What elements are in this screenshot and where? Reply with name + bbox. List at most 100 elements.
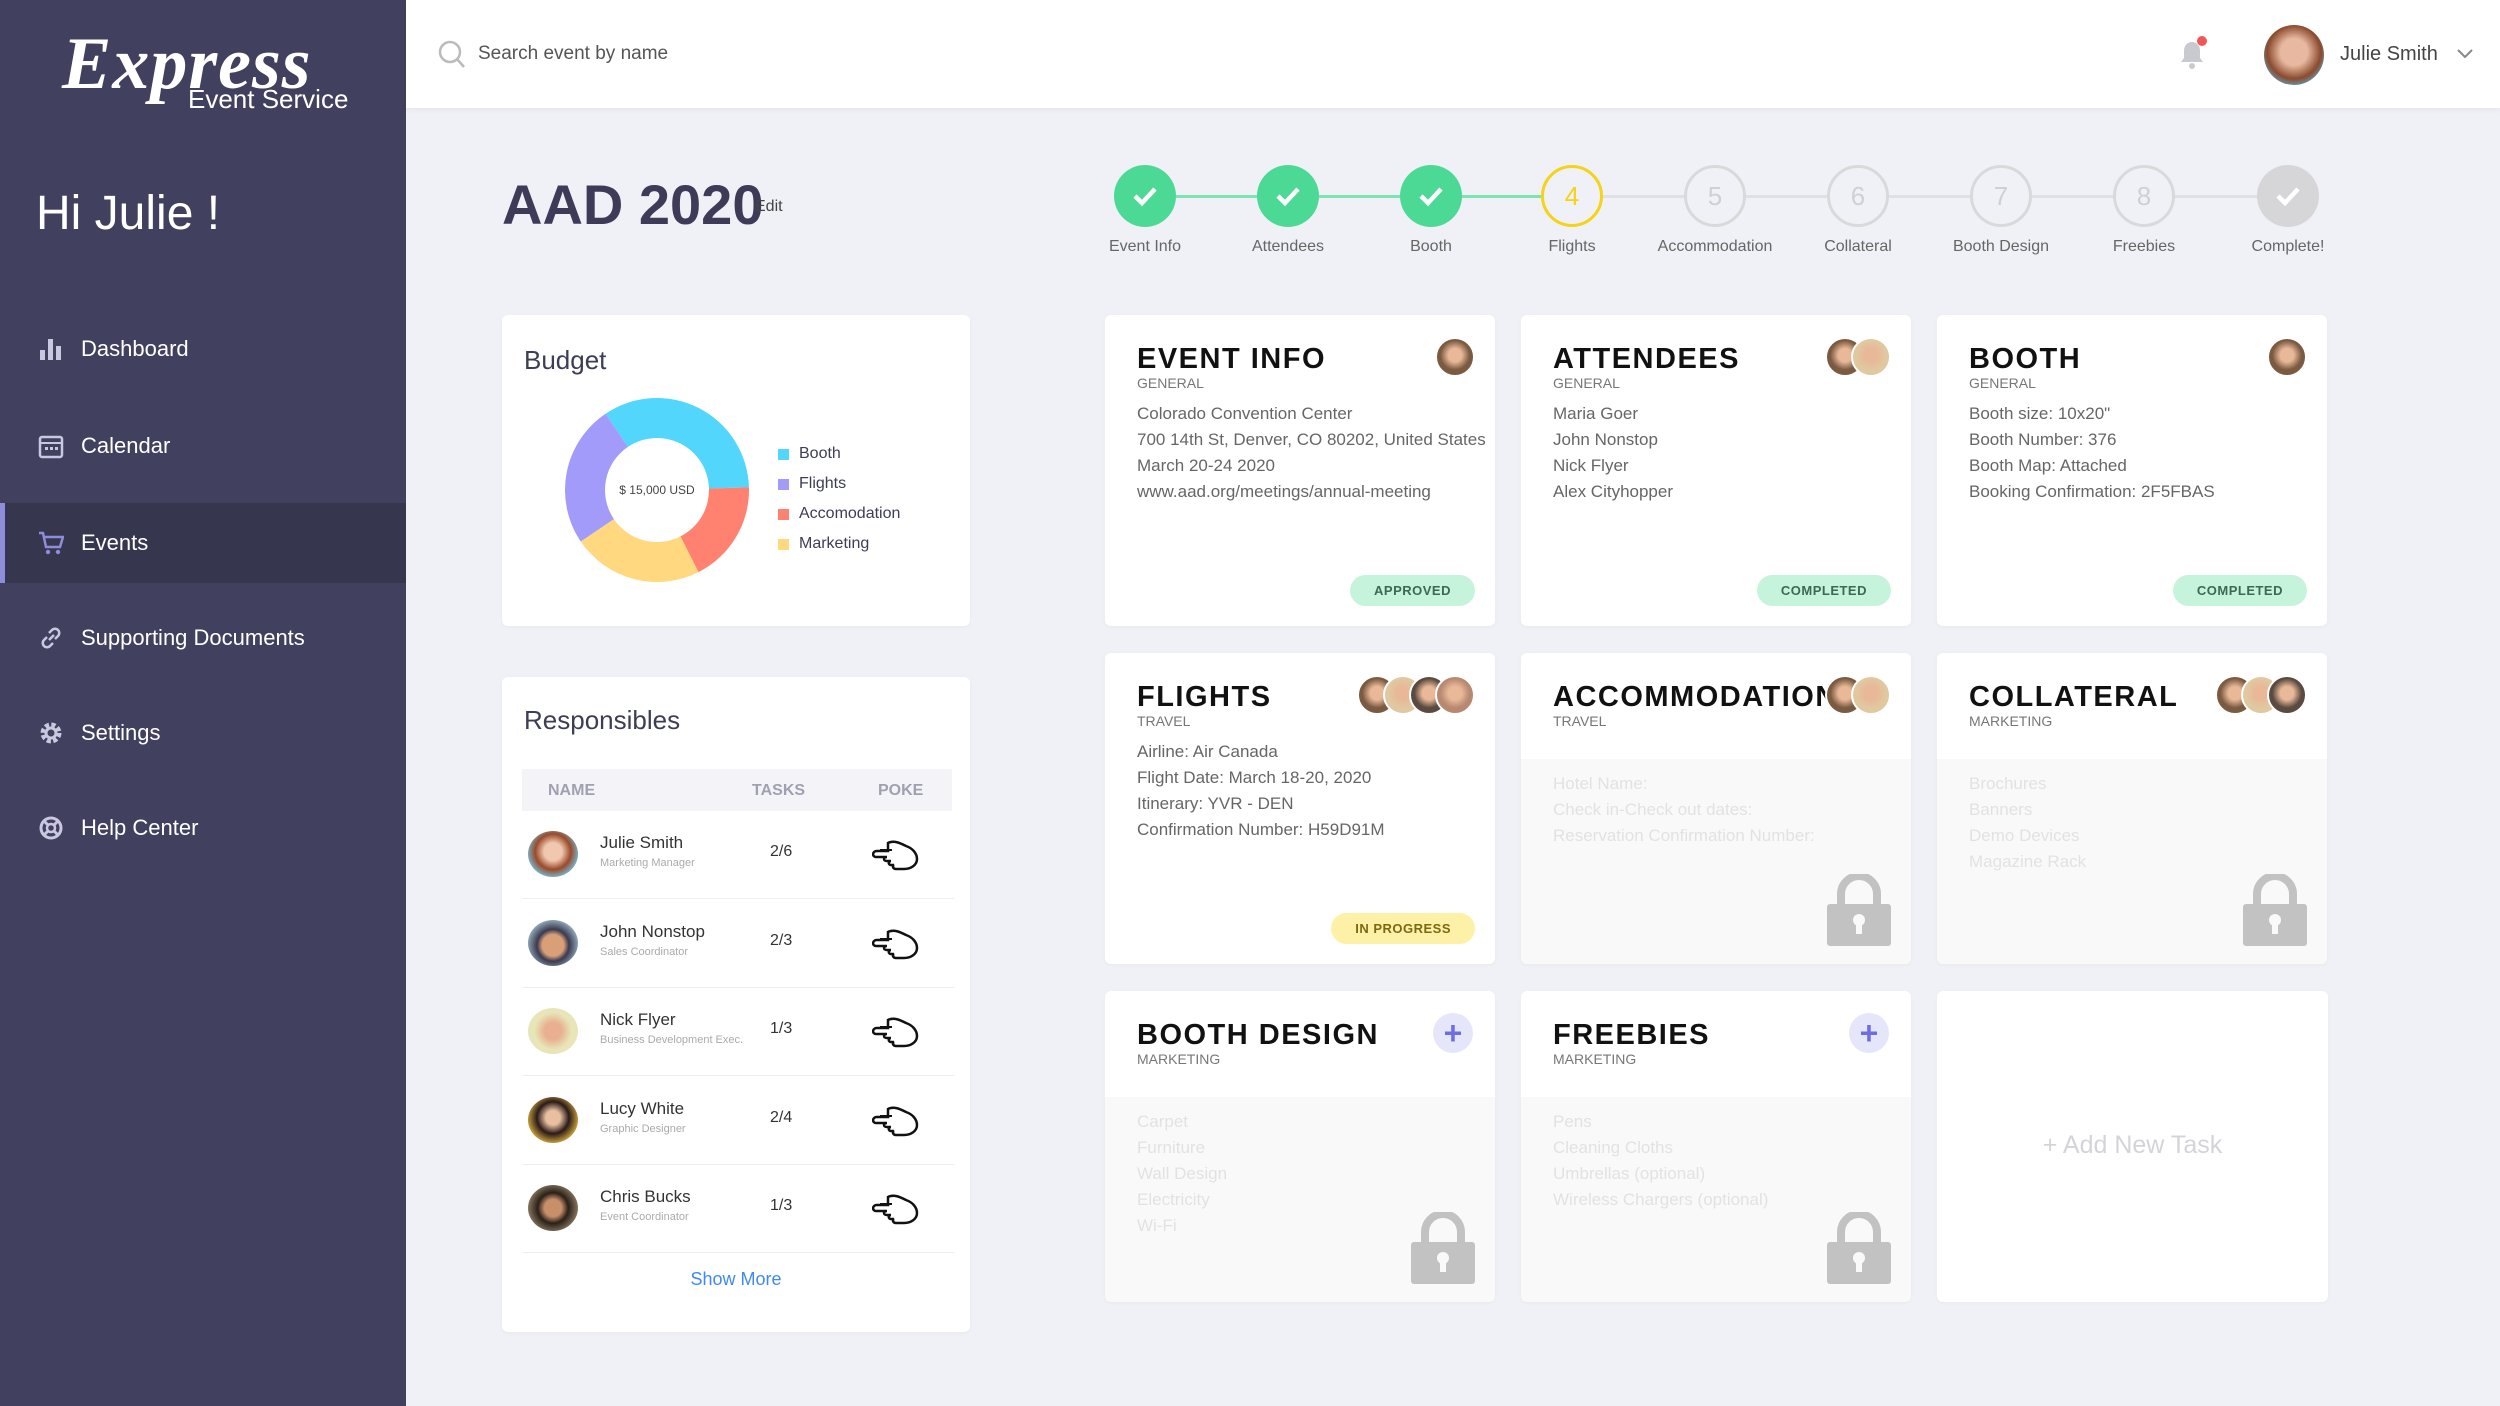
user-name[interactable]: Julie Smith (2340, 43, 2438, 66)
assignee-avatars (1357, 675, 1475, 715)
user-avatar[interactable] (2264, 25, 2324, 85)
step-eventinfo[interactable] (1114, 165, 1176, 227)
task-card-event-info[interactable]: EVENT INFO GENERAL Colorado Convention Cen… (1105, 315, 1495, 626)
step-connector (2175, 195, 2257, 198)
poke-hand-icon[interactable] (872, 839, 920, 873)
legend-swatch (778, 478, 789, 490)
legend-label: Booth (799, 445, 841, 462)
step-connector (1603, 195, 1684, 198)
legend-item: Flights (778, 469, 900, 499)
person-role: Sales Coordinator (600, 945, 689, 958)
sidebar-item-events[interactable]: Events (0, 503, 406, 583)
edit-button[interactable]: Edit (755, 198, 783, 216)
avatar (1435, 337, 1475, 377)
task-category: TRAVEL (1553, 713, 1607, 729)
avatar (2267, 675, 2307, 715)
step-connector (1889, 195, 1970, 198)
show-more-link[interactable]: Show More (502, 1269, 970, 1290)
calendar-icon (38, 435, 64, 459)
add-new-task-label[interactable]: + Add New Task (1937, 1131, 2328, 1160)
avatar (528, 1008, 578, 1054)
add-assignee-button[interactable]: + (1433, 1013, 1473, 1053)
step-accommodation[interactable]: 5 (1684, 165, 1746, 227)
avatar (2267, 337, 2307, 377)
task-details: Maria Goer John Nonstop Nick Flyer Alex Cit… (1553, 401, 1673, 505)
chevron-down-icon[interactable] (2456, 48, 2474, 60)
sidebar-item-settings[interactable]: Settings (0, 693, 406, 773)
task-card-collateral[interactable]: COLLATERAL MARKETING Brochures Banners Demo … (1937, 653, 2327, 964)
lock-icon (2243, 874, 2307, 946)
step-connector (2032, 195, 2113, 198)
step-label: Accommodation (1657, 238, 1773, 255)
avatar (528, 919, 578, 966)
task-detail-line: Electricity (1137, 1190, 1210, 1209)
sidebar-item-supporting-documents[interactable]: Supporting Documents (0, 598, 406, 678)
table-row: Chris Bucks Event Coordinator 1/3 (522, 1165, 954, 1253)
task-category: GENERAL (1969, 375, 2036, 391)
task-card-booth[interactable]: BOOTH GENERAL Booth size: 10x20" Booth Numb… (1937, 315, 2327, 626)
step-complete[interactable] (2257, 165, 2319, 227)
task-card-accommodation[interactable]: ACCOMMODATION TRAVEL Hotel Name: Check in-C… (1521, 653, 1911, 964)
task-title: BOOTH DESIGN (1137, 1019, 1379, 1051)
task-detail-line: Furniture (1137, 1138, 1206, 1157)
avatar (528, 831, 578, 877)
task-detail-line: 700 14th St, Denver, CO 80202, United St… (1137, 430, 1486, 449)
task-title: COLLATERAL (1969, 681, 2179, 713)
sidebar-item-help-center[interactable]: Help Center (0, 788, 406, 868)
budget-total: $ 15,000 USD (619, 483, 695, 497)
task-detail-line: March 20-24 2020 (1137, 456, 1275, 475)
person-role: Event Coordinator (600, 1211, 689, 1223)
add-new-task-card[interactable]: + Add New Task (1937, 991, 2328, 1302)
task-detail-line: Check in-Check out dates: (1553, 800, 1753, 819)
sidebar-item-label: Settings (81, 720, 161, 745)
table-row: John Nonstop Sales Coordinator 2/3 (522, 900, 954, 988)
assignee-avatars (1435, 337, 1475, 377)
sidebar-item-label: Dashboard (81, 336, 189, 361)
poke-hand-icon[interactable] (872, 928, 920, 962)
logo-subtitle: Event Service (188, 84, 349, 114)
status-badge: IN PROGRESS (1331, 913, 1475, 944)
poke-hand-icon[interactable] (872, 1193, 920, 1227)
budget-legend: Booth Flights Accomodation Marketing (778, 439, 900, 559)
step-collateral[interactable]: 6 (1827, 165, 1889, 227)
check-icon (1419, 187, 1443, 207)
task-card-flights[interactable]: FLIGHTS TRAVEL Airline: Air Canada Flight D… (1105, 653, 1495, 964)
step-freebies[interactable]: 8 (2113, 165, 2175, 227)
add-assignee-button[interactable]: + (1849, 1013, 1889, 1053)
task-detail-line: John Nonstop (1553, 430, 1658, 449)
bell-icon[interactable] (2178, 36, 2212, 72)
person-role: Marketing Manager (600, 857, 695, 869)
assignee-avatars (2215, 675, 2307, 715)
poke-hand-icon[interactable] (872, 1105, 920, 1139)
task-card-booth-design[interactable]: BOOTH DESIGN MARKETING Carpet Furniture Wall… (1105, 991, 1495, 1302)
status-badge: COMPLETED (1756, 575, 1891, 606)
task-card-attendees[interactable]: ATTENDEES GENERAL Maria Goer John Nonstop Ni… (1521, 315, 1911, 626)
bar-chart-icon (40, 339, 61, 360)
task-details: Booth size: 10x20" Booth Number: 376 Booth… (1969, 401, 2215, 505)
poke-hand-icon[interactable] (872, 1016, 920, 1050)
task-category: TRAVEL (1137, 713, 1191, 729)
task-count: 2/6 (770, 843, 793, 860)
step-label: Collateral (1824, 238, 1892, 255)
step-attendees[interactable] (1257, 165, 1319, 227)
check-icon (1133, 187, 1157, 207)
task-card-freebies[interactable]: FREEBIES MARKETING Pens Cleaning Cloths Umbr… (1521, 991, 1911, 1302)
donut-slice-booth (605, 398, 749, 489)
sidebar-item-calendar[interactable]: Calendar (0, 406, 406, 486)
sidebar-item-dashboard[interactable]: Dashboard (0, 309, 406, 389)
task-title: FLIGHTS (1137, 681, 1272, 713)
step-number: 7 (1993, 180, 2009, 211)
search-input[interactable]: Search event by name (478, 43, 668, 65)
step-label: Booth (1410, 238, 1452, 255)
step-boothdesign[interactable]: 7 (1970, 165, 2032, 227)
step-booth[interactable] (1400, 165, 1462, 227)
person-name: Chris Bucks (600, 1187, 691, 1206)
step-label: Complete! (2251, 238, 2325, 255)
lifebuoy-icon (39, 816, 63, 840)
task-details: Brochures Banners Demo Devices Magazine Rac… (1969, 771, 2086, 875)
step-connector (1319, 195, 1400, 198)
step-label: Attendees (1251, 238, 1325, 255)
task-detail-line: Alex Cityhopper (1553, 482, 1674, 501)
step-number: 8 (2136, 180, 2152, 211)
step-flights[interactable]: 4 (1541, 165, 1603, 227)
